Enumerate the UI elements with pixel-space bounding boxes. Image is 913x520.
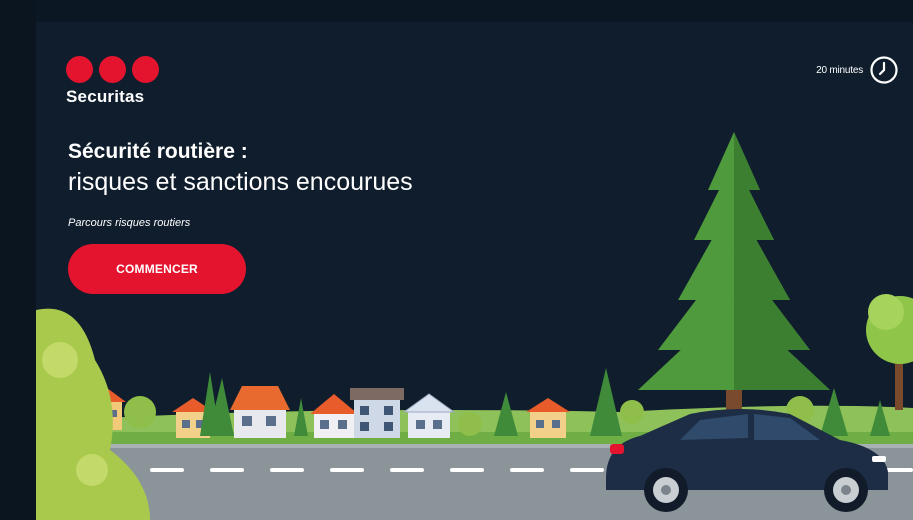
logo-dots [66,56,159,83]
brand-name: Securitas [66,87,145,106]
start-button[interactable]: COMMENCER [68,244,246,294]
logo-dot [99,56,126,83]
clock-icon [870,56,898,84]
course-duration: 20 minutes [816,55,899,85]
securitas-logo: Securitas [66,56,159,107]
course-subtitle: Parcours risques routiers [68,217,191,229]
left-border [0,0,36,520]
course-title: Sécurité routière : risques et sanctions… [68,140,413,197]
logo-dot [66,56,93,83]
title-line-1: Sécurité routière : [68,140,248,163]
logo-dot [132,56,159,83]
duration-text: 20 minutes [816,64,863,76]
title-line-2: risques et sanctions encourues [68,168,413,196]
course-intro-screen: Securitas 20 minutes Sécurité routière :… [0,0,913,520]
